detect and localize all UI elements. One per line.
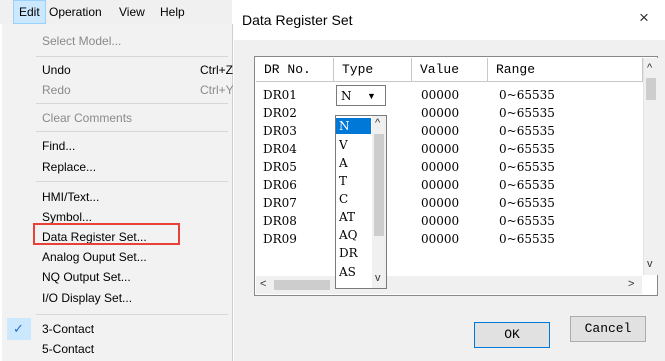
dr-no-cell[interactable]: DR06 <box>263 176 297 194</box>
menu-separator <box>36 181 228 182</box>
dr-no-cell[interactable]: DR04 <box>263 140 297 158</box>
menu-item-redo[interactable]: Redo Ctrl+Y <box>2 79 234 101</box>
dr-no-cell[interactable]: DR05 <box>263 158 297 176</box>
type-option[interactable]: DR <box>336 245 371 261</box>
dr-no-cell[interactable]: DR09 <box>263 230 297 248</box>
menu-item-select-model[interactable]: Select Model... <box>2 30 232 52</box>
cancel-button[interactable]: Cancel <box>570 316 646 342</box>
type-dropdown-list: N V A T C AT AQ DR AS ^ v <box>335 115 387 289</box>
value-cell[interactable]: 00000 <box>421 230 459 248</box>
value-cell[interactable]: 00000 <box>421 86 459 104</box>
menu-item-find[interactable]: Find... <box>2 135 232 157</box>
horizontal-scrollbar[interactable]: < > <box>256 276 642 294</box>
dr-no-cell[interactable]: DR02 <box>263 104 297 122</box>
menu-item-undo[interactable]: Undo Ctrl+Z <box>2 59 233 81</box>
column-header-value[interactable]: Value <box>412 58 488 82</box>
value-cell[interactable]: 00000 <box>421 176 459 194</box>
menu-view[interactable]: View <box>114 0 150 24</box>
type-option[interactable]: AS <box>336 264 371 280</box>
type-option[interactable]: AQ <box>336 227 371 243</box>
value-cell[interactable]: 00000 <box>421 158 459 176</box>
scroll-right-icon[interactable]: > <box>628 278 634 290</box>
value-cell[interactable]: 00000 <box>421 104 459 122</box>
menu-item-replace[interactable]: Replace... <box>2 156 232 178</box>
menu-help[interactable]: Help <box>155 0 190 24</box>
type-option[interactable]: N <box>336 118 371 134</box>
scroll-up-icon[interactable]: ^ <box>647 62 652 74</box>
type-option[interactable]: V <box>336 137 371 153</box>
menu-operation[interactable]: Operation <box>44 0 107 24</box>
menu-item-label: Select Model... <box>42 34 122 48</box>
highlight-box <box>33 223 180 245</box>
menu-item-hmi-text[interactable]: HMI/Text... <box>2 186 232 208</box>
menu-separator <box>36 131 228 132</box>
type-option[interactable]: AT <box>336 209 371 225</box>
range-cell: 0~65535 <box>499 124 555 138</box>
menu-bar: Edit Operation View Help <box>0 0 232 24</box>
range-cell: 0~65535 <box>499 178 555 192</box>
type-option[interactable]: C <box>336 191 371 207</box>
menu-item-nq-output-set[interactable]: NQ Output Set... <box>2 266 232 288</box>
vertical-scrollbar[interactable]: ^ v <box>643 58 658 275</box>
range-cell: 0~65535 <box>499 232 555 246</box>
dr-no-cell[interactable]: DR01 <box>263 86 297 104</box>
close-icon[interactable]: × <box>639 8 649 28</box>
menu-separator <box>36 56 228 57</box>
dialog-titlebar: Data Register Set × <box>234 0 665 40</box>
menu-item-label: 3-Contact <box>42 322 95 336</box>
menu-item-label: Find... <box>42 139 76 153</box>
menu-item-label: 5-Contact <box>42 342 95 356</box>
menu-item-clear-comments[interactable]: Clear Comments <box>2 107 232 129</box>
value-cell[interactable]: 00000 <box>421 140 459 158</box>
menu-item-label: Replace... <box>42 160 97 174</box>
range-cell: 0~65535 <box>499 160 555 174</box>
menu-item-3-contact[interactable]: 3-Contact <box>2 318 232 340</box>
column-header-dr-no[interactable]: DR No. <box>256 58 334 82</box>
scroll-up-icon[interactable]: ^ <box>375 117 380 129</box>
dropdown-scrollbar[interactable]: ^ v <box>372 116 386 288</box>
value-cell[interactable]: 00000 <box>421 122 459 140</box>
scroll-down-icon[interactable]: v <box>375 272 381 284</box>
scroll-thumb[interactable] <box>646 78 656 100</box>
range-cell: 0~65535 <box>499 196 555 210</box>
menu-item-label: I/O Display Set... <box>42 291 133 305</box>
dr-no-cell[interactable]: DR08 <box>263 212 297 230</box>
chevron-down-icon[interactable]: ▼ <box>367 88 376 104</box>
shortcut-label: Ctrl+Z <box>200 63 233 77</box>
scroll-thumb[interactable] <box>374 134 384 236</box>
value-cell[interactable]: 00000 <box>421 194 459 212</box>
type-option[interactable]: A <box>336 155 371 171</box>
shortcut-label: Ctrl+Y <box>200 83 234 97</box>
menu-item-label: Undo <box>42 63 71 77</box>
value-cell[interactable]: 00000 <box>421 212 459 230</box>
menu-separator <box>36 314 228 315</box>
range-cell: 0~65535 <box>499 142 555 156</box>
type-option[interactable]: T <box>336 173 371 189</box>
menu-item-label: Clear Comments <box>42 111 133 125</box>
range-cell: 0~65535 <box>499 88 555 102</box>
menu-item-analog-output-set[interactable]: Analog Ouput Set... <box>2 246 232 268</box>
type-combobox[interactable]: N ▼ <box>336 85 386 106</box>
scroll-left-icon[interactable]: < <box>260 278 266 290</box>
range-cell: 0~65535 <box>499 106 555 120</box>
edit-menu: Select Model... Undo Ctrl+Z Redo Ctrl+Y Cl… <box>2 24 234 361</box>
scroll-down-icon[interactable]: v <box>647 258 653 270</box>
range-cell: 0~65535 <box>499 214 555 228</box>
column-header-range[interactable]: Range <box>488 58 643 82</box>
dr-no-cell[interactable]: DR07 <box>263 194 297 212</box>
dr-no-cell[interactable]: DR03 <box>263 122 297 140</box>
menu-item-label: NQ Output Set... <box>42 270 131 284</box>
menu-item-io-display-set[interactable]: I/O Display Set... <box>2 287 232 309</box>
menu-item-label: Analog Ouput Set... <box>42 250 147 264</box>
menu-separator <box>36 103 228 104</box>
scroll-thumb[interactable] <box>274 280 330 290</box>
menu-edit[interactable]: Edit <box>13 0 46 24</box>
type-combobox-value: N <box>341 89 352 103</box>
column-header-type[interactable]: Type <box>334 58 412 82</box>
menu-item-5-contact[interactable]: 5-Contact <box>2 338 232 360</box>
menu-item-label: Redo <box>42 83 71 97</box>
dialog-title: Data Register Set <box>242 12 353 28</box>
ok-button[interactable]: OK <box>474 322 550 348</box>
menu-item-label: HMI/Text... <box>42 190 100 204</box>
